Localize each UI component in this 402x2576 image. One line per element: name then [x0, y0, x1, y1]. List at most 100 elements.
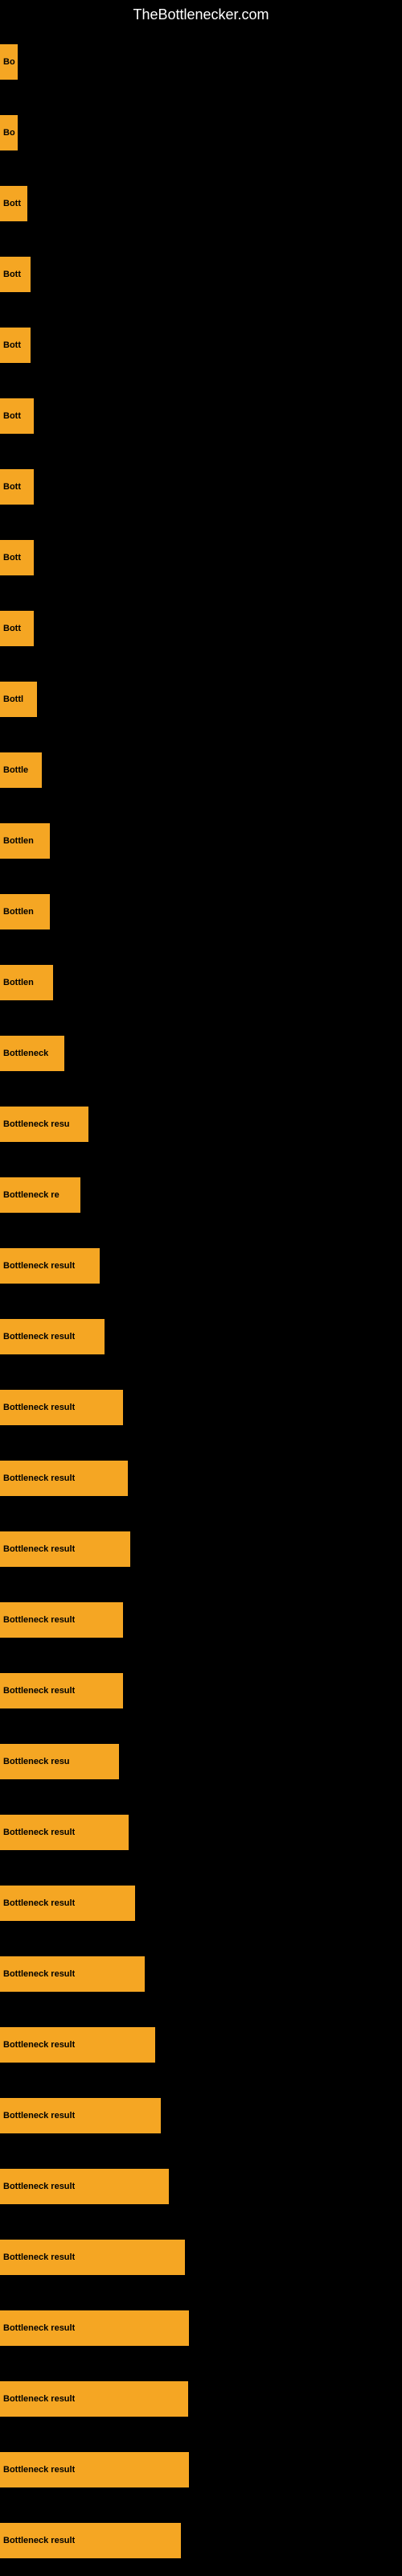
bar-label-11: Bottle	[3, 765, 28, 775]
bar-row-9: Bott	[0, 593, 402, 664]
bar-row-24: Bottleneck result	[0, 1655, 402, 1726]
bar-25: Bottleneck resu	[0, 1744, 119, 1779]
bar-label-14: Bottlen	[3, 978, 34, 987]
bar-row-33: Bottleneck result	[0, 2293, 402, 2364]
bar-21: Bottleneck result	[0, 1461, 128, 1496]
bar-row-8: Bott	[0, 522, 402, 593]
bar-row-6: Bott	[0, 381, 402, 451]
bar-label-13: Bottlen	[3, 907, 34, 917]
bar-7: Bott	[0, 469, 34, 505]
bar-label-2: Bo	[3, 128, 15, 138]
bar-23: Bottleneck result	[0, 1602, 123, 1638]
bar-label-30: Bottleneck result	[3, 2111, 75, 2121]
bar-label-12: Bottlen	[3, 836, 34, 846]
bar-row-29: Bottleneck result	[0, 2009, 402, 2080]
bar-label-20: Bottleneck result	[3, 1403, 75, 1412]
bar-label-21: Bottleneck result	[3, 1473, 75, 1483]
bar-row-3: Bott	[0, 168, 402, 239]
bar-row-22: Bottleneck result	[0, 1514, 402, 1585]
bar-16: Bottleneck resu	[0, 1107, 88, 1142]
bar-label-10: Bottl	[3, 694, 23, 704]
bar-label-6: Bott	[3, 411, 21, 421]
bar-20: Bottleneck result	[0, 1390, 123, 1425]
bar-29: Bottleneck result	[0, 2027, 155, 2063]
bar-9: Bott	[0, 611, 34, 646]
bar-label-31: Bottleneck result	[3, 2182, 75, 2191]
bar-row-32: Bottleneck result	[0, 2222, 402, 2293]
bar-row-2: Bo	[0, 97, 402, 168]
bar-label-9: Bott	[3, 624, 21, 633]
bar-row-14: Bottlen	[0, 947, 402, 1018]
bar-label-33: Bottleneck result	[3, 2323, 75, 2333]
bar-label-32: Bottleneck result	[3, 2252, 75, 2262]
bar-row-16: Bottleneck resu	[0, 1089, 402, 1160]
bar-8: Bott	[0, 540, 34, 575]
bar-label-34: Bottleneck result	[3, 2394, 75, 2404]
bar-row-20: Bottleneck result	[0, 1372, 402, 1443]
bar-row-30: Bottleneck result	[0, 2080, 402, 2151]
bar-label-16: Bottleneck resu	[3, 1119, 70, 1129]
bar-label-19: Bottleneck result	[3, 1332, 75, 1342]
bar-row-25: Bottleneck resu	[0, 1726, 402, 1797]
bar-row-1: Bo	[0, 27, 402, 97]
bar-row-15: Bottleneck	[0, 1018, 402, 1089]
bar-row-31: Bottleneck result	[0, 2151, 402, 2222]
bar-15: Bottleneck	[0, 1036, 64, 1071]
bar-row-27: Bottleneck result	[0, 1868, 402, 1939]
bar-row-34: Bottleneck result	[0, 2364, 402, 2434]
bar-label-1: Bo	[3, 57, 15, 67]
bar-14: Bottlen	[0, 965, 53, 1000]
bar-label-36: Bottleneck result	[3, 2536, 75, 2545]
site-title: TheBottlenecker.com	[0, 0, 402, 27]
bar-33: Bottleneck result	[0, 2310, 189, 2346]
bar-label-25: Bottleneck resu	[3, 1757, 70, 1766]
bar-label-4: Bott	[3, 270, 21, 279]
bar-label-23: Bottleneck result	[3, 1615, 75, 1625]
bar-row-18: Bottleneck result	[0, 1230, 402, 1301]
bar-31: Bottleneck result	[0, 2169, 169, 2204]
bar-19: Bottleneck result	[0, 1319, 105, 1354]
bar-row-36: Bottleneck result	[0, 2505, 402, 2576]
bar-32: Bottleneck result	[0, 2240, 185, 2275]
bar-26: Bottleneck result	[0, 1815, 129, 1850]
bar-11: Bottle	[0, 752, 42, 788]
bar-row-35: Bottleneck result	[0, 2434, 402, 2505]
bar-24: Bottleneck result	[0, 1673, 123, 1708]
bar-label-29: Bottleneck result	[3, 2040, 75, 2050]
bar-row-23: Bottleneck result	[0, 1585, 402, 1655]
bar-2: Bo	[0, 115, 18, 150]
bar-row-12: Bottlen	[0, 806, 402, 876]
bar-row-7: Bott	[0, 451, 402, 522]
bar-label-8: Bott	[3, 553, 21, 563]
bar-34: Bottleneck result	[0, 2381, 188, 2417]
bar-12: Bottlen	[0, 823, 50, 859]
bar-label-5: Bott	[3, 340, 21, 350]
bar-label-28: Bottleneck result	[3, 1969, 75, 1979]
bar-10: Bottl	[0, 682, 37, 717]
bar-label-26: Bottleneck result	[3, 1828, 75, 1837]
bar-row-19: Bottleneck result	[0, 1301, 402, 1372]
bar-6: Bott	[0, 398, 34, 434]
bar-row-13: Bottlen	[0, 876, 402, 947]
bar-label-27: Bottleneck result	[3, 1898, 75, 1908]
bar-13: Bottlen	[0, 894, 50, 929]
bar-row-21: Bottleneck result	[0, 1443, 402, 1514]
bar-4: Bott	[0, 257, 31, 292]
bar-row-4: Bott	[0, 239, 402, 310]
bar-36: Bottleneck result	[0, 2523, 181, 2558]
bar-label-35: Bottleneck result	[3, 2465, 75, 2475]
bar-row-17: Bottleneck re	[0, 1160, 402, 1230]
bar-28: Bottleneck result	[0, 1956, 145, 1992]
bar-row-26: Bottleneck result	[0, 1797, 402, 1868]
bar-row-10: Bottl	[0, 664, 402, 735]
bar-label-22: Bottleneck result	[3, 1544, 75, 1554]
bar-row-28: Bottleneck result	[0, 1939, 402, 2009]
bar-label-17: Bottleneck re	[3, 1190, 59, 1200]
bar-row-11: Bottle	[0, 735, 402, 806]
bar-18: Bottleneck result	[0, 1248, 100, 1284]
bar-3: Bott	[0, 186, 27, 221]
bar-row-5: Bott	[0, 310, 402, 381]
bar-22: Bottleneck result	[0, 1531, 130, 1567]
bar-30: Bottleneck result	[0, 2098, 161, 2133]
bar-label-18: Bottleneck result	[3, 1261, 75, 1271]
